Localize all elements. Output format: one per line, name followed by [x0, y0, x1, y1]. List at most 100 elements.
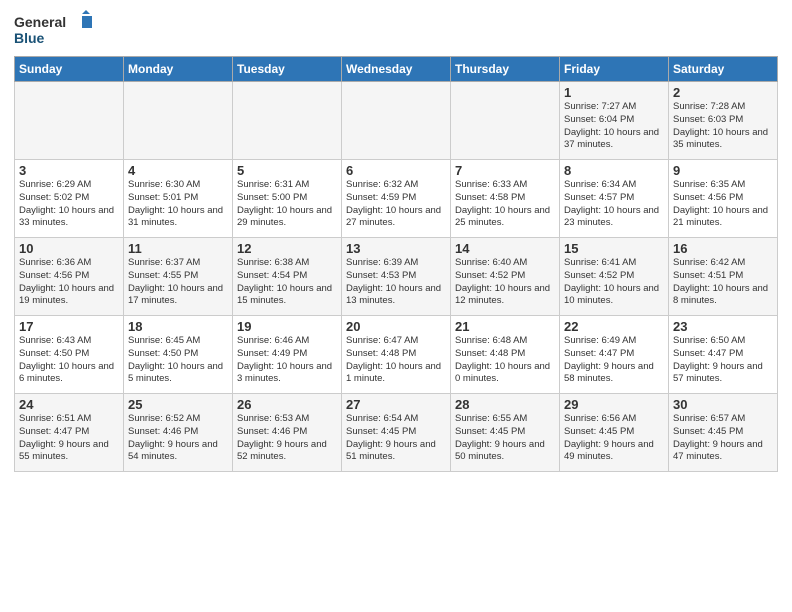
- calendar-cell: 24Sunrise: 6:51 AM Sunset: 4:47 PM Dayli…: [15, 394, 124, 472]
- calendar-cell: 15Sunrise: 6:41 AM Sunset: 4:52 PM Dayli…: [560, 238, 669, 316]
- calendar-cell: 13Sunrise: 6:39 AM Sunset: 4:53 PM Dayli…: [342, 238, 451, 316]
- calendar-week-2: 10Sunrise: 6:36 AM Sunset: 4:56 PM Dayli…: [15, 238, 778, 316]
- day-number: 22: [564, 319, 664, 334]
- calendar-cell: 3Sunrise: 6:29 AM Sunset: 5:02 PM Daylig…: [15, 160, 124, 238]
- calendar-cell: 16Sunrise: 6:42 AM Sunset: 4:51 PM Dayli…: [669, 238, 778, 316]
- calendar-cell: 18Sunrise: 6:45 AM Sunset: 4:50 PM Dayli…: [124, 316, 233, 394]
- calendar-cell: 30Sunrise: 6:57 AM Sunset: 4:45 PM Dayli…: [669, 394, 778, 472]
- day-info: Sunrise: 6:37 AM Sunset: 4:55 PM Dayligh…: [128, 257, 228, 308]
- calendar-cell: [233, 82, 342, 160]
- day-info: Sunrise: 6:35 AM Sunset: 4:56 PM Dayligh…: [673, 179, 773, 230]
- svg-text:Blue: Blue: [14, 30, 45, 46]
- day-info: Sunrise: 6:50 AM Sunset: 4:47 PM Dayligh…: [673, 335, 773, 386]
- day-number: 4: [128, 163, 228, 178]
- calendar-cell: 22Sunrise: 6:49 AM Sunset: 4:47 PM Dayli…: [560, 316, 669, 394]
- header: General Blue: [14, 10, 778, 50]
- calendar-cell: 2Sunrise: 7:28 AM Sunset: 6:03 PM Daylig…: [669, 82, 778, 160]
- calendar-cell: 20Sunrise: 6:47 AM Sunset: 4:48 PM Dayli…: [342, 316, 451, 394]
- day-number: 27: [346, 397, 446, 412]
- day-number: 11: [128, 241, 228, 256]
- day-info: Sunrise: 6:49 AM Sunset: 4:47 PM Dayligh…: [564, 335, 664, 386]
- day-info: Sunrise: 6:42 AM Sunset: 4:51 PM Dayligh…: [673, 257, 773, 308]
- day-number: 5: [237, 163, 337, 178]
- day-number: 25: [128, 397, 228, 412]
- logo: General Blue: [14, 10, 94, 50]
- day-info: Sunrise: 7:28 AM Sunset: 6:03 PM Dayligh…: [673, 101, 773, 152]
- calendar-cell: 28Sunrise: 6:55 AM Sunset: 4:45 PM Dayli…: [451, 394, 560, 472]
- day-info: Sunrise: 6:51 AM Sunset: 4:47 PM Dayligh…: [19, 413, 119, 464]
- day-number: 20: [346, 319, 446, 334]
- header-cell-tuesday: Tuesday: [233, 57, 342, 82]
- calendar-cell: 21Sunrise: 6:48 AM Sunset: 4:48 PM Dayli…: [451, 316, 560, 394]
- day-info: Sunrise: 6:56 AM Sunset: 4:45 PM Dayligh…: [564, 413, 664, 464]
- day-info: Sunrise: 6:54 AM Sunset: 4:45 PM Dayligh…: [346, 413, 446, 464]
- day-info: Sunrise: 6:52 AM Sunset: 4:46 PM Dayligh…: [128, 413, 228, 464]
- calendar-cell: 8Sunrise: 6:34 AM Sunset: 4:57 PM Daylig…: [560, 160, 669, 238]
- calendar-cell: 23Sunrise: 6:50 AM Sunset: 4:47 PM Dayli…: [669, 316, 778, 394]
- day-number: 24: [19, 397, 119, 412]
- day-number: 21: [455, 319, 555, 334]
- calendar-cell: 14Sunrise: 6:40 AM Sunset: 4:52 PM Dayli…: [451, 238, 560, 316]
- calendar-cell: 12Sunrise: 6:38 AM Sunset: 4:54 PM Dayli…: [233, 238, 342, 316]
- day-info: Sunrise: 6:31 AM Sunset: 5:00 PM Dayligh…: [237, 179, 337, 230]
- day-info: Sunrise: 6:43 AM Sunset: 4:50 PM Dayligh…: [19, 335, 119, 386]
- calendar-cell: 1Sunrise: 7:27 AM Sunset: 6:04 PM Daylig…: [560, 82, 669, 160]
- calendar-table: SundayMondayTuesdayWednesdayThursdayFrid…: [14, 56, 778, 472]
- calendar-cell: 6Sunrise: 6:32 AM Sunset: 4:59 PM Daylig…: [342, 160, 451, 238]
- calendar-cell: 17Sunrise: 6:43 AM Sunset: 4:50 PM Dayli…: [15, 316, 124, 394]
- day-info: Sunrise: 6:39 AM Sunset: 4:53 PM Dayligh…: [346, 257, 446, 308]
- day-info: Sunrise: 6:40 AM Sunset: 4:52 PM Dayligh…: [455, 257, 555, 308]
- calendar-body: 1Sunrise: 7:27 AM Sunset: 6:04 PM Daylig…: [15, 82, 778, 472]
- calendar-header: SundayMondayTuesdayWednesdayThursdayFrid…: [15, 57, 778, 82]
- day-number: 18: [128, 319, 228, 334]
- day-number: 28: [455, 397, 555, 412]
- calendar-cell: 11Sunrise: 6:37 AM Sunset: 4:55 PM Dayli…: [124, 238, 233, 316]
- page-container: General Blue SundayMondayTuesdayWednesda…: [0, 0, 792, 478]
- calendar-cell: [124, 82, 233, 160]
- logo-svg: General Blue: [14, 10, 94, 50]
- header-row: SundayMondayTuesdayWednesdayThursdayFrid…: [15, 57, 778, 82]
- day-number: 14: [455, 241, 555, 256]
- header-cell-saturday: Saturday: [669, 57, 778, 82]
- day-info: Sunrise: 6:29 AM Sunset: 5:02 PM Dayligh…: [19, 179, 119, 230]
- day-info: Sunrise: 6:33 AM Sunset: 4:58 PM Dayligh…: [455, 179, 555, 230]
- header-cell-wednesday: Wednesday: [342, 57, 451, 82]
- day-info: Sunrise: 6:46 AM Sunset: 4:49 PM Dayligh…: [237, 335, 337, 386]
- day-info: Sunrise: 6:55 AM Sunset: 4:45 PM Dayligh…: [455, 413, 555, 464]
- day-number: 17: [19, 319, 119, 334]
- day-number: 10: [19, 241, 119, 256]
- day-number: 19: [237, 319, 337, 334]
- header-cell-sunday: Sunday: [15, 57, 124, 82]
- day-number: 23: [673, 319, 773, 334]
- day-number: 8: [564, 163, 664, 178]
- day-number: 6: [346, 163, 446, 178]
- day-info: Sunrise: 6:30 AM Sunset: 5:01 PM Dayligh…: [128, 179, 228, 230]
- calendar-week-0: 1Sunrise: 7:27 AM Sunset: 6:04 PM Daylig…: [15, 82, 778, 160]
- calendar-cell: 7Sunrise: 6:33 AM Sunset: 4:58 PM Daylig…: [451, 160, 560, 238]
- day-info: Sunrise: 7:27 AM Sunset: 6:04 PM Dayligh…: [564, 101, 664, 152]
- calendar-cell: 19Sunrise: 6:46 AM Sunset: 4:49 PM Dayli…: [233, 316, 342, 394]
- day-number: 26: [237, 397, 337, 412]
- day-number: 30: [673, 397, 773, 412]
- day-info: Sunrise: 6:36 AM Sunset: 4:56 PM Dayligh…: [19, 257, 119, 308]
- calendar-cell: 4Sunrise: 6:30 AM Sunset: 5:01 PM Daylig…: [124, 160, 233, 238]
- day-info: Sunrise: 6:48 AM Sunset: 4:48 PM Dayligh…: [455, 335, 555, 386]
- calendar-cell: 29Sunrise: 6:56 AM Sunset: 4:45 PM Dayli…: [560, 394, 669, 472]
- calendar-cell: 26Sunrise: 6:53 AM Sunset: 4:46 PM Dayli…: [233, 394, 342, 472]
- day-number: 2: [673, 85, 773, 100]
- day-number: 9: [673, 163, 773, 178]
- calendar-cell: 25Sunrise: 6:52 AM Sunset: 4:46 PM Dayli…: [124, 394, 233, 472]
- day-info: Sunrise: 6:47 AM Sunset: 4:48 PM Dayligh…: [346, 335, 446, 386]
- day-info: Sunrise: 6:45 AM Sunset: 4:50 PM Dayligh…: [128, 335, 228, 386]
- day-info: Sunrise: 6:41 AM Sunset: 4:52 PM Dayligh…: [564, 257, 664, 308]
- header-cell-monday: Monday: [124, 57, 233, 82]
- day-info: Sunrise: 6:32 AM Sunset: 4:59 PM Dayligh…: [346, 179, 446, 230]
- day-info: Sunrise: 6:57 AM Sunset: 4:45 PM Dayligh…: [673, 413, 773, 464]
- calendar-cell: 27Sunrise: 6:54 AM Sunset: 4:45 PM Dayli…: [342, 394, 451, 472]
- day-info: Sunrise: 6:53 AM Sunset: 4:46 PM Dayligh…: [237, 413, 337, 464]
- calendar-cell: 10Sunrise: 6:36 AM Sunset: 4:56 PM Dayli…: [15, 238, 124, 316]
- day-number: 16: [673, 241, 773, 256]
- header-cell-friday: Friday: [560, 57, 669, 82]
- calendar-cell: 9Sunrise: 6:35 AM Sunset: 4:56 PM Daylig…: [669, 160, 778, 238]
- day-info: Sunrise: 6:34 AM Sunset: 4:57 PM Dayligh…: [564, 179, 664, 230]
